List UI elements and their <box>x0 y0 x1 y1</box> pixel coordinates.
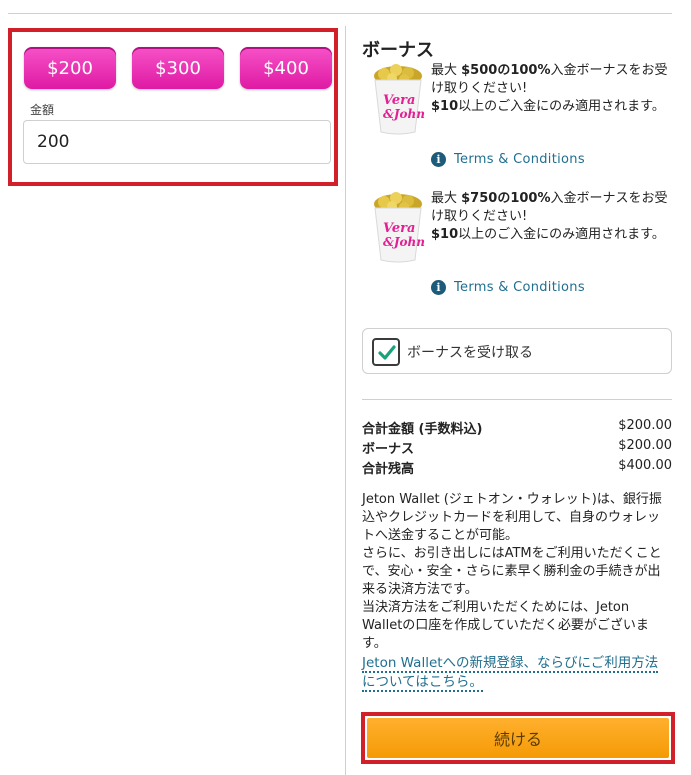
info-icon: i <box>431 280 446 295</box>
terms-link-label[interactable]: Terms & Conditions <box>454 152 585 167</box>
amount-panel: $200 $300 $400 金額 <box>8 28 338 186</box>
amount-300-button[interactable]: $300 <box>132 47 224 89</box>
description-paragraph: Jeton Wallet (ジェトオン・ウォレット)は、銀行振込やクレジットカー… <box>362 492 662 543</box>
checkmark-icon <box>378 345 396 360</box>
jeton-signup-link-text[interactable]: Jeton Walletへの新規登録、ならびにご利用方法についてはこちら。 <box>362 655 659 692</box>
top-divider <box>8 13 672 14</box>
accept-bonus-label: ボーナスを受け取る <box>407 345 533 361</box>
accept-bonus-option[interactable]: ボーナスを受け取る <box>362 328 672 374</box>
quick-amount-group: $200 $300 $400 <box>24 47 332 89</box>
summary-row: 合計金額 (手数料込) $200.00 <box>362 418 672 437</box>
column-divider <box>345 26 346 775</box>
summary-divider <box>362 399 672 400</box>
info-icon: i <box>431 152 446 167</box>
summary-value: $200.00 <box>618 418 672 433</box>
summary-value: $200.00 <box>618 438 672 453</box>
amount-label: 金額 <box>30 103 55 117</box>
summary-label: 合計残高 <box>362 462 415 477</box>
jeton-signup-link[interactable]: Jeton Walletへの新規登録、ならびにご利用方法についてはこちら。 <box>362 654 662 692</box>
continue-button[interactable]: 続ける <box>367 718 669 758</box>
terms-conditions-link[interactable]: i Terms & Conditions <box>431 280 585 295</box>
coin-bucket-icon: Vera &John <box>370 62 426 136</box>
payment-description: Jeton Wallet (ジェトオン・ウォレット)は、銀行振込やクレジットカー… <box>362 491 670 653</box>
summary-label: ボーナス <box>362 442 415 457</box>
amount-400-button[interactable]: $400 <box>240 47 332 89</box>
svg-text:&John: &John <box>383 107 425 121</box>
continue-highlight: 続ける <box>361 712 675 764</box>
coin-bucket-icon: Vera &John <box>370 190 426 264</box>
svg-text:Vera: Vera <box>383 93 415 108</box>
svg-text:&John: &John <box>383 235 425 249</box>
terms-link-label[interactable]: Terms & Conditions <box>454 280 585 295</box>
amount-200-button[interactable]: $200 <box>24 47 116 89</box>
svg-text:Vera: Vera <box>383 221 415 236</box>
summary-row: 合計残高 $400.00 <box>362 458 672 477</box>
description-paragraph: 当決済方法をご利用いただくためには、Jeton Walletの口座を作成していた… <box>362 600 649 651</box>
bonus-offer-text: 最大 $500の100%入金ボーナスをお受け取りください! $10以上のご入金に… <box>431 63 668 114</box>
bonus-offer-text: 最大 $750の100%入金ボーナスをお受け取りください! $10以上のご入金に… <box>431 191 668 242</box>
bonus-title: ボーナス <box>362 40 434 61</box>
terms-conditions-link[interactable]: i Terms & Conditions <box>431 152 585 167</box>
amount-input[interactable] <box>23 120 331 164</box>
summary-label: 合計金額 (手数料込) <box>362 422 483 437</box>
summary-row: ボーナス $200.00 <box>362 438 672 457</box>
description-paragraph: さらに、お引き出しにはATMをご利用いただくことで、安心・安全・さらに素早く勝利… <box>362 546 662 597</box>
accept-bonus-checkbox[interactable] <box>372 338 400 366</box>
summary-value: $400.00 <box>618 458 672 473</box>
